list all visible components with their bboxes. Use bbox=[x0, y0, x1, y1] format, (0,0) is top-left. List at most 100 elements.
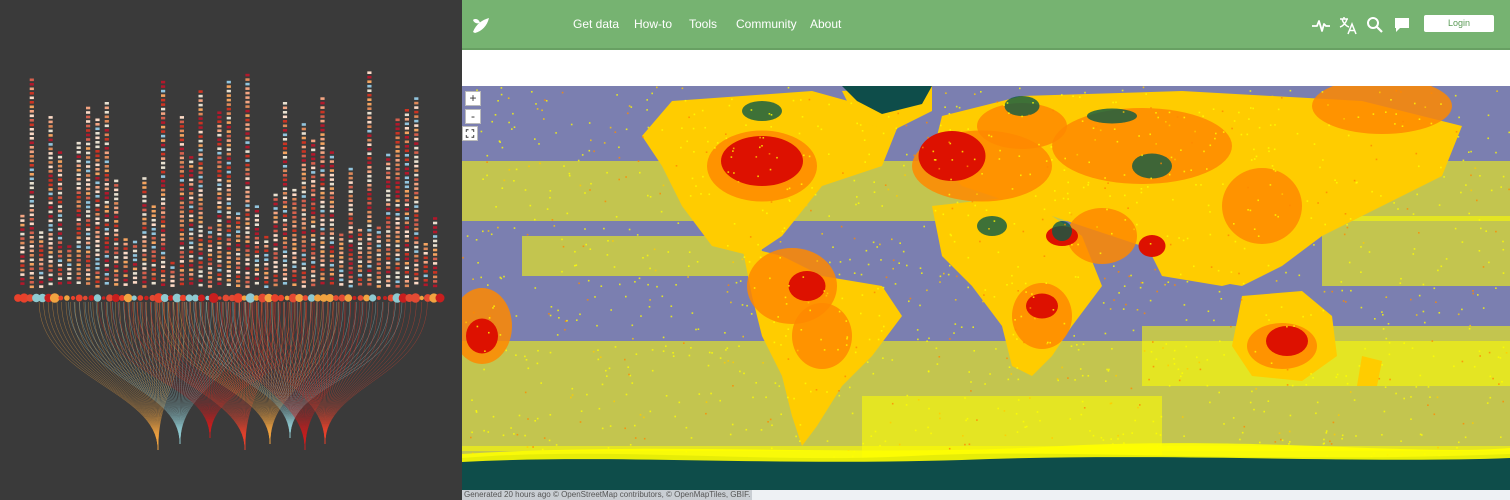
chromosome-band bbox=[217, 142, 222, 146]
world-map-canvas[interactable] bbox=[462, 86, 1510, 490]
chromosome-band bbox=[179, 278, 184, 281]
occurrence-dot bbox=[757, 243, 759, 246]
occurrence-dot bbox=[879, 444, 881, 447]
nav-tools[interactable]: Tools bbox=[689, 17, 717, 31]
chromosome-band bbox=[376, 240, 381, 243]
occurrence-heatmap[interactable]: + - bbox=[462, 86, 1510, 490]
zoom-in-button[interactable]: + bbox=[465, 91, 481, 106]
occurrence-dot bbox=[967, 214, 970, 217]
chromosome-band bbox=[254, 236, 259, 240]
zoom-out-button[interactable]: - bbox=[465, 109, 481, 124]
occurrence-dot bbox=[1077, 243, 1079, 246]
occurrence-dot bbox=[515, 315, 518, 317]
occurrence-dot bbox=[1031, 293, 1033, 295]
chromosome-band bbox=[404, 190, 409, 193]
chromosome-band bbox=[161, 166, 166, 169]
translate-icon[interactable] bbox=[1338, 15, 1358, 35]
chromosome-band bbox=[395, 154, 400, 158]
chromosome-band bbox=[86, 196, 91, 200]
chromosome-band bbox=[329, 259, 334, 262]
occurrence-dot bbox=[1457, 313, 1460, 316]
chromosome-band bbox=[217, 160, 222, 164]
chat-icon[interactable] bbox=[1392, 15, 1412, 35]
search-icon[interactable] bbox=[1365, 15, 1385, 35]
occurrence-dot bbox=[1102, 439, 1105, 441]
chromosome-band bbox=[395, 231, 400, 234]
occurrence-dot bbox=[649, 267, 651, 270]
occurrence-dot bbox=[1310, 217, 1313, 219]
occurrence-dot bbox=[974, 204, 976, 207]
chromosome-band bbox=[57, 281, 63, 285]
occurrence-dot bbox=[571, 387, 574, 390]
occurrence-dot bbox=[1265, 314, 1268, 316]
occurrence-dot bbox=[1498, 383, 1500, 385]
occurrence-dot bbox=[1415, 152, 1418, 155]
occurrence-dot bbox=[807, 301, 810, 304]
occurrence-dot bbox=[646, 99, 648, 101]
map-attribution-bar: Generated 20 hours ago © OpenStreetMap c… bbox=[462, 490, 1510, 500]
occurrence-dot bbox=[1353, 399, 1356, 401]
occurrence-dot bbox=[1132, 329, 1135, 332]
occurrence-dot bbox=[1147, 186, 1149, 188]
occurrence-dot bbox=[1419, 374, 1422, 377]
occurrence-dot bbox=[951, 207, 954, 210]
occurrence-dot bbox=[1437, 446, 1439, 449]
nav-about[interactable]: About bbox=[810, 17, 841, 31]
occurrence-dot bbox=[724, 122, 726, 125]
occurrence-dot bbox=[802, 276, 805, 278]
occurrence-dot bbox=[1174, 284, 1176, 286]
occurrence-dot bbox=[939, 281, 941, 283]
chromosome-band bbox=[386, 261, 391, 265]
chromosome-band bbox=[123, 238, 128, 241]
occurrence-dot bbox=[916, 329, 919, 331]
chromosome-band bbox=[404, 212, 409, 216]
chromosome-band bbox=[132, 245, 138, 248]
chromosome-band bbox=[95, 168, 100, 171]
chromosome-band bbox=[76, 281, 81, 284]
occurrence-dot bbox=[471, 399, 473, 401]
login-button[interactable]: Login bbox=[1424, 15, 1494, 32]
chromosome-band bbox=[76, 258, 81, 262]
occurrence-dot bbox=[823, 290, 826, 292]
chromosome-band bbox=[245, 118, 250, 122]
occurrence-dot bbox=[727, 171, 730, 173]
occurrence-dot bbox=[881, 205, 883, 207]
chromosome-band bbox=[161, 107, 166, 111]
chromosome-band bbox=[132, 276, 138, 280]
activity-icon[interactable] bbox=[1311, 15, 1331, 35]
occurrence-dot bbox=[1102, 302, 1105, 304]
chromosome-band bbox=[217, 120, 222, 123]
occurrence-dot bbox=[849, 258, 851, 261]
chromosome-band bbox=[95, 262, 100, 266]
occurrence-dot bbox=[1070, 345, 1073, 347]
nav-get-data[interactable]: Get data bbox=[573, 17, 619, 31]
occurrence-dot bbox=[1400, 440, 1402, 442]
occurrence-dot bbox=[1432, 355, 1435, 358]
chromosome-band bbox=[329, 187, 334, 190]
occurrence-dot bbox=[651, 349, 654, 351]
nav-community[interactable]: Community bbox=[736, 17, 797, 31]
chromosome-band bbox=[301, 199, 306, 203]
chromosome-band bbox=[29, 146, 34, 149]
chromosome-band bbox=[414, 227, 419, 231]
occurrence-dot bbox=[1161, 256, 1164, 259]
chromosome-band bbox=[236, 252, 241, 256]
leaf-logo-icon[interactable] bbox=[470, 14, 492, 36]
chromosome-band bbox=[161, 152, 166, 156]
chromosome-band bbox=[386, 239, 391, 242]
fullscreen-icon[interactable] bbox=[462, 126, 478, 141]
occurrence-dot bbox=[596, 324, 598, 327]
chromosome-band bbox=[273, 270, 278, 273]
occurrence-dot bbox=[635, 353, 638, 355]
occurrence-dot bbox=[1362, 242, 1365, 244]
chromosome-band bbox=[301, 217, 306, 221]
nav-how-to[interactable]: How-to bbox=[634, 17, 672, 31]
occurrence-dot bbox=[817, 125, 819, 128]
chromosome-band bbox=[57, 205, 63, 208]
occurrence-dot bbox=[993, 296, 996, 298]
chromosome-band bbox=[67, 272, 72, 275]
node-dot bbox=[101, 296, 106, 300]
hotspot-orange bbox=[792, 303, 852, 369]
occurrence-dot bbox=[538, 143, 540, 145]
occurrence-dot bbox=[1289, 441, 1291, 443]
